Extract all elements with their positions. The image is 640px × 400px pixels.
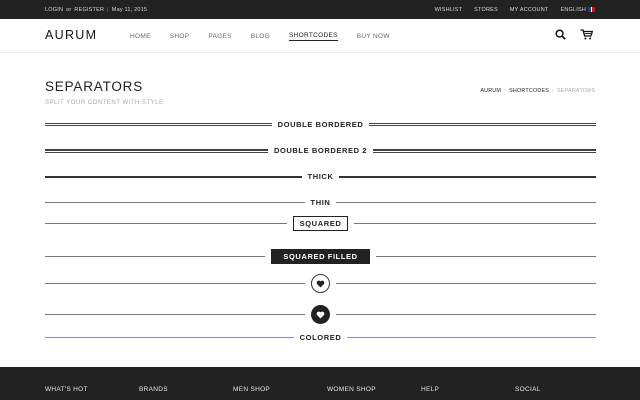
uk-flag-icon [588,6,595,12]
top-bar: LOGIN or REGISTER | May 11, 2015 WISHLIS… [0,0,640,19]
separator-line [336,283,596,284]
heart-icon [311,305,330,324]
separator-line [45,337,294,338]
separator-label: COLORED [299,333,342,342]
separator-line [375,256,597,257]
separator-label: THICK [307,172,334,181]
separator-line [347,337,597,338]
breadcrumb-shortcodes[interactable]: SHORTCODES [509,88,549,94]
login-link[interactable]: LOGIN [45,7,63,13]
current-date: May 11, 2015 [111,6,148,13]
topbar-divider: | [107,6,109,13]
nav-blog[interactable]: BLOG [251,33,270,40]
separator-squared: SQUARED [45,216,596,231]
footer-brands[interactable]: BRANDS [139,386,233,393]
separator-thick: THICK [45,172,597,181]
nav-home[interactable]: HOME [130,33,151,40]
page-title: SEPARATORS [45,79,144,94]
breadcrumb-current: SEPARATORS [557,88,595,94]
wishlist-link[interactable]: WISHLIST [435,7,463,13]
language-selector[interactable]: ENGLISH [560,7,595,13]
footer-help[interactable]: HELP [421,386,515,393]
separator-line [45,148,268,153]
separator-label: THIN [310,198,331,207]
or-text: or [66,6,72,13]
separator-line [369,123,597,126]
separator-line [45,256,266,257]
separator-line [45,123,272,126]
account-links: LOGIN or REGISTER | May 11, 2015 [45,0,147,19]
separator-colored: COLORED [45,333,597,342]
separator-line [336,314,596,315]
separator-squared-filled: SQUARED FILLED [45,249,597,264]
separator-line [45,202,305,203]
site-logo[interactable]: AURUM [45,28,97,42]
site-footer: WHAT'S HOT BRANDS MEN SHOP WOMEN SHOP HE… [0,367,640,400]
separator-label: DOUBLE BORDERED [277,120,364,129]
stores-link[interactable]: STORES [474,7,498,13]
breadcrumb-chevron-icon: › [504,88,507,94]
footer-columns: WHAT'S HOT BRANDS MEN SHOP WOMEN SHOP HE… [45,386,609,393]
heart-icon [311,274,330,293]
separator-line [45,223,287,224]
separator-label-filled: SQUARED FILLED [271,249,370,264]
footer-men-shop[interactable]: MEN SHOP [233,386,327,393]
separator-line [354,223,596,224]
cart-icon[interactable] [580,29,593,40]
nav-shop[interactable]: SHOP [170,33,190,40]
separator-thin: THIN [45,198,596,207]
separator-heart-filled [45,305,596,324]
topbar-right-links: WISHLIST STORES MY ACCOUNT ENGLISH [435,0,595,19]
site-header: AURUM HOME SHOP PAGES BLOG SHORTCODES BU… [0,19,640,53]
separator-line [373,148,596,153]
separator-line [45,314,305,315]
separator-heart-outline [45,274,596,293]
separator-double-bordered-2: DOUBLE BORDERED 2 [45,146,596,155]
my-account-link[interactable]: MY ACCOUNT [510,7,549,13]
page-subtitle: SPLIT YOUR CONTENT WITH STYLE [45,99,164,106]
separator-line [45,283,305,284]
separator-label: DOUBLE BORDERED 2 [273,146,368,155]
footer-women-shop[interactable]: WOMEN SHOP [327,386,421,393]
breadcrumb: AURUM › SHORTCODES › SEPARATORS [480,88,595,94]
main-nav: HOME SHOP PAGES BLOG SHORTCODES BUY NOW [130,19,409,53]
nav-shortcodes[interactable]: SHORTCODES [289,32,338,41]
header-icons [555,29,593,40]
language-label: ENGLISH [560,6,586,13]
separator-label-squared: SQUARED [292,216,349,231]
nav-buy-now[interactable]: BUY NOW [357,33,390,40]
footer-social[interactable]: SOCIAL [515,386,609,393]
nav-pages[interactable]: PAGES [208,33,231,40]
footer-whats-hot[interactable]: WHAT'S HOT [45,386,139,393]
breadcrumb-home[interactable]: AURUM [480,88,501,94]
search-icon[interactable] [555,29,566,40]
breadcrumb-chevron-icon: › [552,88,555,94]
separator-line [336,202,596,203]
register-link[interactable]: REGISTER [74,7,104,13]
separator-double-bordered: DOUBLE BORDERED [45,120,597,129]
separator-line [45,175,302,178]
separator-line [339,175,597,178]
